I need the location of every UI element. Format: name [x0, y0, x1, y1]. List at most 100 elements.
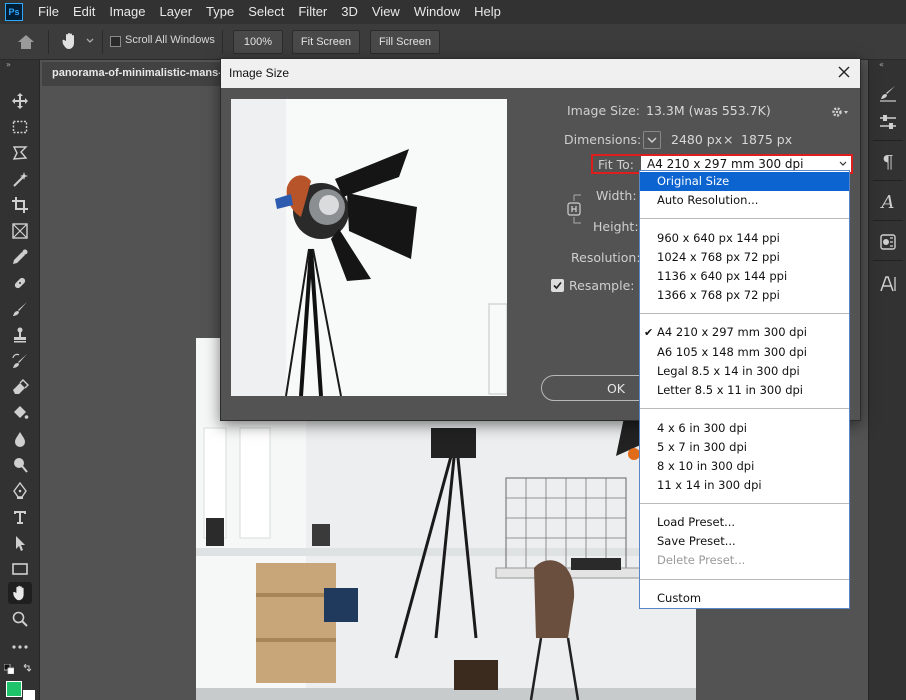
- menu-3d[interactable]: 3D: [334, 0, 365, 24]
- dropdown-item-legal[interactable]: Legal 8.5 x 14 in 300 dpi: [640, 362, 849, 381]
- zoom-100-button[interactable]: 100%: [233, 30, 283, 54]
- glyphs-icon[interactable]: [878, 232, 898, 252]
- blur-icon[interactable]: [8, 428, 32, 450]
- panel-divider: [873, 140, 903, 141]
- foreground-color-swatch[interactable]: [6, 681, 22, 697]
- dimensions-height-value: 1875 px: [741, 132, 793, 147]
- dropdown-item-5x7[interactable]: 5 x 7 in 300 dpi: [640, 438, 849, 457]
- panel-divider: [873, 220, 903, 221]
- marquee-icon[interactable]: [8, 116, 32, 138]
- zoom-icon[interactable]: [8, 608, 32, 630]
- brush-icon[interactable]: [8, 298, 32, 320]
- dropdown-item-original-size[interactable]: Original Size: [640, 172, 849, 191]
- dropdown-item-custom[interactable]: Custom: [640, 589, 849, 608]
- dropdown-item-label: Original Size: [657, 174, 730, 188]
- close-icon[interactable]: [836, 64, 852, 80]
- fill-screen-button[interactable]: Fill Screen: [370, 30, 440, 54]
- checkmark-icon: [553, 281, 562, 290]
- dropdown-item-8x10[interactable]: 8 x 10 in 300 dpi: [640, 457, 849, 476]
- more-tools-icon[interactable]: [8, 636, 32, 658]
- default-colors-icon[interactable]: [4, 664, 14, 674]
- dropdown-item-delete-preset: Delete Preset...: [640, 551, 849, 570]
- lasso-icon[interactable]: [8, 142, 32, 164]
- frame-icon[interactable]: [8, 220, 32, 242]
- menu-filter[interactable]: Filter: [291, 0, 334, 24]
- image-preview[interactable]: [231, 99, 507, 396]
- pen-icon[interactable]: [8, 480, 32, 502]
- menu-select[interactable]: Select: [241, 0, 291, 24]
- magic-wand-icon[interactable]: [8, 168, 32, 190]
- paragraph-icon[interactable]: ¶: [878, 152, 898, 173]
- chevron-down-icon[interactable]: [86, 38, 94, 44]
- dodge-icon[interactable]: [8, 454, 32, 476]
- background-color-swatch[interactable]: [23, 690, 35, 700]
- gear-icon[interactable]: [831, 105, 849, 119]
- constrain-proportions-link-icon[interactable]: [565, 191, 583, 227]
- document-tab[interactable]: panorama-of-minimalistic-mans-: [42, 62, 222, 86]
- dropdown-item-load-preset[interactable]: Load Preset...: [640, 513, 849, 532]
- collapse-arrows-icon[interactable]: «: [879, 60, 884, 69]
- hand-tool-preset-icon[interactable]: [60, 31, 80, 51]
- fit-to-dropdown-menu: Original Size Auto Resolution... 960 x 6…: [639, 170, 850, 609]
- dropdown-item-label: Legal 8.5 x 14 in 300 dpi: [657, 364, 800, 378]
- swap-colors-icon[interactable]: [22, 664, 32, 674]
- eraser-icon[interactable]: [8, 376, 32, 398]
- dropdown-item-11x14[interactable]: 11 x 14 in 300 dpi: [640, 476, 849, 495]
- menu-layer[interactable]: Layer: [153, 0, 200, 24]
- rectangle-icon[interactable]: [8, 558, 32, 580]
- menu-image[interactable]: Image: [102, 0, 152, 24]
- dropdown-item-a4[interactable]: ✔ A4 210 x 297 mm 300 dpi: [640, 323, 849, 342]
- menu-view[interactable]: View: [365, 0, 407, 24]
- dropdown-separator: [640, 408, 849, 409]
- resample-checkbox[interactable]: [551, 279, 564, 292]
- clone-stamp-icon[interactable]: [8, 324, 32, 346]
- dropdown-item-label: 8 x 10 in 300 dpi: [657, 459, 755, 473]
- panel-divider: [873, 260, 903, 261]
- menu-type[interactable]: Type: [199, 0, 241, 24]
- menu-help[interactable]: Help: [467, 0, 508, 24]
- scroll-all-windows-checkbox[interactable]: [110, 36, 121, 47]
- dropdown-item-label: Save Preset...: [657, 534, 736, 548]
- path-selection-icon[interactable]: [8, 532, 32, 554]
- collapse-arrows-icon[interactable]: »: [6, 60, 11, 69]
- dropdown-item-1136x640[interactable]: 1136 x 640 px 144 ppi: [640, 267, 849, 286]
- dimensions-label: Dimensions:: [564, 132, 642, 147]
- dropdown-item-1024x768[interactable]: 1024 x 768 px 72 ppi: [640, 248, 849, 267]
- move-icon[interactable]: [8, 90, 32, 112]
- character-icon[interactable]: A: [878, 192, 898, 213]
- dropdown-separator: [640, 218, 849, 219]
- panel-divider: [873, 180, 903, 181]
- dropdown-item-label: 1366 x 768 px 72 ppi: [657, 288, 780, 302]
- dropdown-item-letter[interactable]: Letter 8.5 x 11 in 300 dpi: [640, 381, 849, 400]
- dropdown-item-a6[interactable]: A6 105 x 148 mm 300 dpi: [640, 343, 849, 362]
- dropdown-separator: [640, 313, 849, 314]
- healing-brush-icon[interactable]: [8, 272, 32, 294]
- dialog-title-text: Image Size: [229, 66, 290, 80]
- paint-bucket-icon[interactable]: [8, 402, 32, 424]
- crop-icon[interactable]: [8, 194, 32, 216]
- dimensions-unit-toggle[interactable]: [643, 131, 661, 149]
- menu-file[interactable]: File: [31, 0, 66, 24]
- dropdown-item-4x6[interactable]: 4 x 6 in 300 dpi: [640, 419, 849, 438]
- history-brush-icon[interactable]: [8, 350, 32, 372]
- eyedropper-icon[interactable]: [8, 246, 32, 268]
- dropdown-item-label: Delete Preset...: [657, 553, 746, 567]
- home-icon[interactable]: [16, 33, 36, 51]
- height-label: Height:: [593, 219, 639, 234]
- adjustments-sliders-icon[interactable]: [878, 112, 898, 132]
- brush-settings-icon[interactable]: [878, 84, 898, 104]
- chevron-down-icon: [839, 161, 847, 166]
- dropdown-item-960x640[interactable]: 960 x 640 px 144 ppi: [640, 229, 849, 248]
- type-icon[interactable]: [8, 506, 32, 528]
- menu-window[interactable]: Window: [407, 0, 467, 24]
- hand-icon[interactable]: [8, 582, 32, 604]
- character-styles-icon[interactable]: [878, 274, 898, 294]
- dropdown-item-save-preset[interactable]: Save Preset...: [640, 532, 849, 551]
- fit-screen-button[interactable]: Fit Screen: [292, 30, 360, 54]
- dropdown-item-1366x768[interactable]: 1366 x 768 px 72 ppi: [640, 286, 849, 305]
- fit-to-selected-value: A4 210 x 297 mm 300 dpi: [647, 157, 804, 171]
- fit-to-label: Fit To:: [598, 157, 634, 172]
- dropdown-item-auto-resolution[interactable]: Auto Resolution...: [640, 191, 849, 210]
- menu-edit[interactable]: Edit: [66, 0, 102, 24]
- dropdown-item-label: 11 x 14 in 300 dpi: [657, 478, 762, 492]
